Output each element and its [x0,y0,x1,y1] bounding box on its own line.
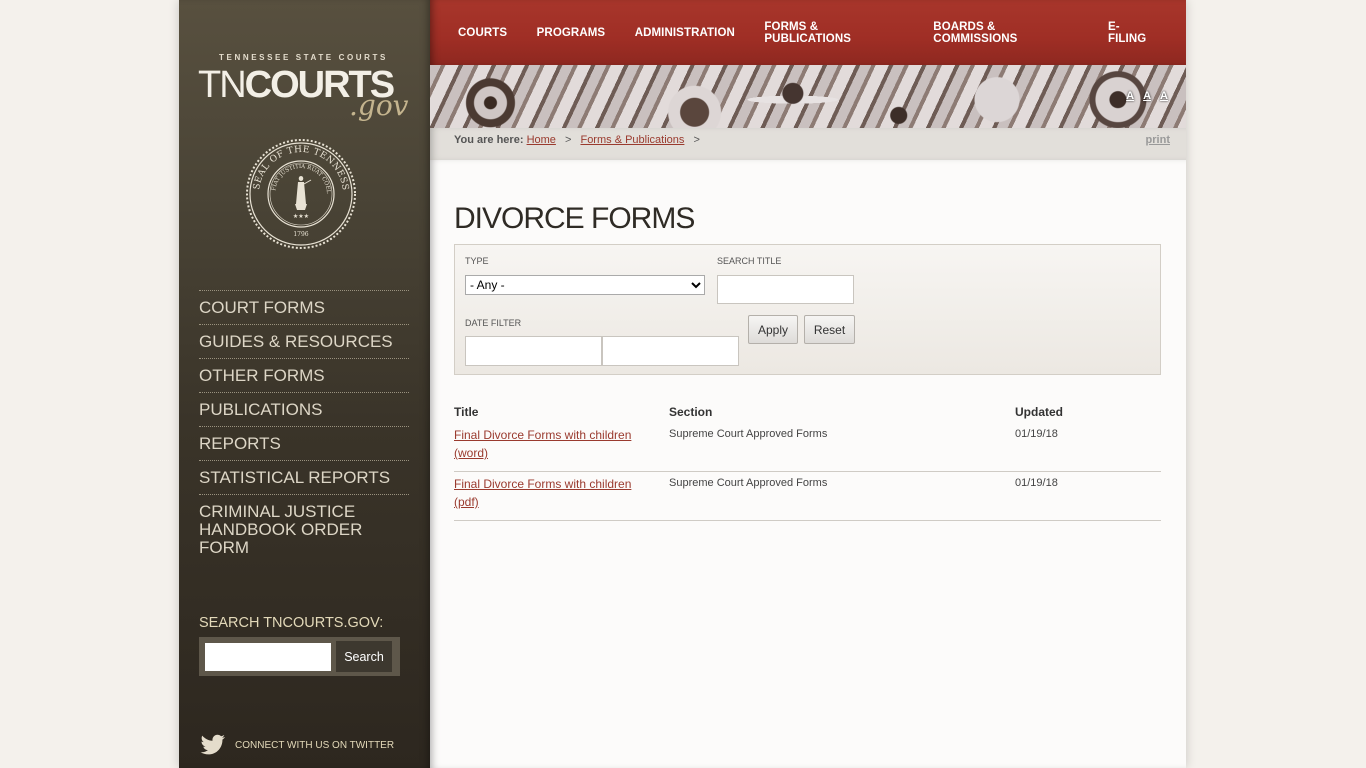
twitter-link[interactable]: CONNECT WITH US ON TWITTER [199,732,394,758]
row-updated: 01/19/18 [1015,471,1161,521]
column-header-title[interactable]: Title [454,402,669,423]
main-content: DIVORCE FORMS TYPE - Any - SEARCH TITLE … [430,160,1186,768]
font-size-medium-button[interactable]: A [1143,90,1151,102]
print-link[interactable]: print [1146,134,1170,146]
twitter-label: CONNECT WITH US ON TWITTER [235,739,395,751]
breadcrumb-separator: > [564,134,572,146]
twitter-bird-icon [200,734,225,755]
site-search-label: SEARCH TNCOURTS.GOV: [199,615,384,631]
table-row: Final Divorce Forms with children (pdf) … [454,471,1161,521]
breadcrumb: You are here: Home > Forms & Publication… [430,128,1186,160]
type-label: TYPE [465,256,489,266]
column-header-updated[interactable]: Updated [1015,402,1161,423]
nav-e-filing[interactable]: E-FILING [1108,21,1157,45]
breadcrumb-separator: > [693,134,700,146]
breadcrumb-forms-publications[interactable]: Forms & Publications [580,134,684,146]
nav-administration[interactable]: ADMINISTRATION [635,27,735,39]
judiciary-seal-icon: SEAL OF THE TENNESSEE JUDICIARY FIAT JUS… [245,138,356,249]
nav-boards-commissions[interactable]: BOARDS & COMMISSIONS [933,21,1078,45]
svg-text:★★★: ★★★ [293,213,309,220]
font-size-controls: A A A [1126,90,1168,102]
reset-button[interactable]: Reset [804,315,855,344]
page-container: TENNESSEE STATE COURTS TN COURTS .gov SEA… [179,0,1186,768]
date-from-input[interactable] [465,336,602,366]
sidebar-item-guides-resources[interactable]: GUIDES & RESOURCES [199,324,409,358]
sidebar-item-court-forms[interactable]: COURT FORMS [199,290,409,324]
form-link[interactable]: Final Divorce Forms with children (pdf) [454,475,639,511]
search-title-input[interactable] [717,275,854,304]
header-banner-image: A A A [430,65,1186,128]
apply-button[interactable]: Apply [748,315,798,344]
font-size-large-button[interactable]: A [1160,90,1168,102]
brand-tagline: TENNESSEE STATE COURTS [219,53,388,62]
row-title-cell: Final Divorce Forms with children (word) [454,423,669,472]
row-title-cell: Final Divorce Forms with children (pdf) [454,471,669,521]
site-search-button[interactable]: Search [336,641,392,672]
breadcrumb-home[interactable]: Home [527,134,556,146]
search-title-label: SEARCH TITLE [717,256,782,266]
filter-form: TYPE - Any - SEARCH TITLE DATE FILTER Ap… [454,244,1161,375]
site-search: Search [199,637,400,676]
column-header-section[interactable]: Section [669,402,1015,423]
sidebar-nav: COURT FORMS GUIDES & RESOURCES OTHER FOR… [199,290,409,557]
sidebar-item-statistical-reports[interactable]: STATISTICAL REPORTS [199,460,409,494]
type-select[interactable]: - Any - [465,275,705,295]
breadcrumb-prefix: You are here: [454,134,524,146]
date-filter-label: DATE FILTER [465,318,522,328]
results-table: Title Section Updated Final Divorce Form… [454,402,1161,521]
sidebar-item-other-forms[interactable]: OTHER FORMS [199,358,409,392]
nav-forms-publications[interactable]: FORMS & PUBLICATIONS [764,21,903,45]
results-header-row: Title Section Updated [454,402,1161,423]
seal-year: 1796 [293,231,308,238]
row-section: Supreme Court Approved Forms [669,471,1015,521]
site-search-input[interactable] [205,643,331,671]
nav-programs[interactable]: PROGRAMS [537,27,606,39]
form-link[interactable]: Final Divorce Forms with children (word) [454,426,639,462]
page-title: DIVORCE FORMS [454,202,695,235]
row-updated: 01/19/18 [1015,423,1161,472]
date-to-input[interactable] [602,336,739,366]
row-section: Supreme Court Approved Forms [669,423,1015,472]
sidebar: TENNESSEE STATE COURTS TNCOURTS .gov SEA… [179,0,430,768]
top-nav: COURTS PROGRAMS ADMINISTRATION FORMS & P… [430,0,1186,65]
sidebar-item-reports[interactable]: REPORTS [199,426,409,460]
logo-tn: TN [198,64,247,106]
font-size-small-button[interactable]: A [1126,90,1134,102]
table-row: Final Divorce Forms with children (word)… [454,423,1161,472]
logo-gov: .gov [349,89,409,122]
sidebar-item-criminal-justice-handbook[interactable]: CRIMINAL JUSTICE HANDBOOK ORDER FORM [199,494,409,557]
nav-courts[interactable]: COURTS [458,27,507,39]
sidebar-item-publications[interactable]: PUBLICATIONS [199,392,409,426]
